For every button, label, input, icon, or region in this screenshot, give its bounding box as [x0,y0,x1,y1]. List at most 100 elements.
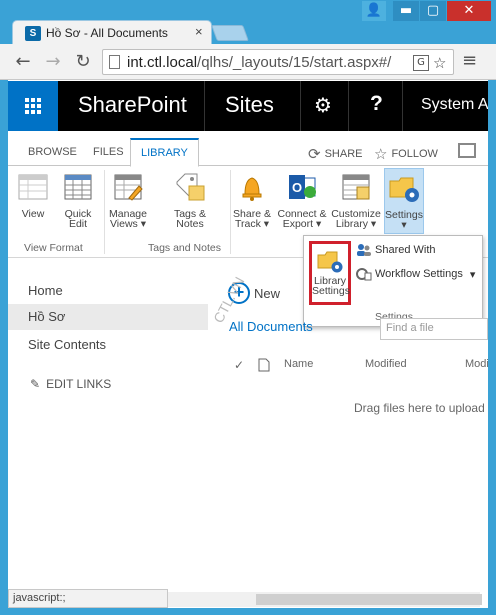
app-launcher-button[interactable] [8,81,58,131]
sharepoint-favicon-icon: S [25,26,41,41]
view-label: View [21,208,45,220]
share-icon: ⟳ [308,145,321,163]
workflow-settings-button[interactable]: Workflow Settings ▾ [356,267,475,281]
window-frame-bottom [0,608,496,615]
star-icon: ☆ [374,145,388,163]
bookmark-star-icon[interactable]: ☆ [433,54,446,72]
tags-notes-label-2: Notes [176,218,204,230]
browser-menu-icon[interactable]: ≡ [462,52,478,70]
people-icon [356,243,372,257]
tab-library[interactable]: LIBRARY [130,138,199,167]
close-window-button[interactable]: ✕ [447,1,491,21]
tab-close-icon[interactable]: × [195,24,203,39]
find-file-input[interactable]: Find a file [380,318,488,340]
suite-divider [204,81,205,131]
library-settings-button[interactable]: Library Settings [309,241,351,305]
outlook-icon: O [285,170,319,204]
share-track-label-2-text: Track [234,218,261,230]
settings-gear-icon[interactable]: ⚙ [314,93,332,117]
user-profile-icon[interactable]: 👤 [362,1,386,21]
share-button[interactable]: ⟳ SHARE [308,145,362,163]
suite-divider [300,81,301,131]
manage-views-button[interactable]: Manage Views ▾ [106,170,150,229]
column-header-modified[interactable]: Modified [365,358,407,370]
browser-title-bar: 👤 ▬ ▢ ✕ S Hồ Sơ - All Documents × [0,0,496,45]
ribbon-tab-strip: BROWSE FILES LIBRARY ⟳ SHARE ☆ FOLLOW [8,138,488,167]
shared-with-label: Shared With [375,244,436,256]
nav-item-home[interactable]: Home [8,278,208,304]
group-separator [104,170,105,254]
pencil-icon: ✎ [30,377,41,391]
follow-label: FOLLOW [391,148,438,160]
scrollbar-thumb[interactable] [256,594,482,605]
drag-files-message: Drag files here to upload [354,401,485,415]
sites-link[interactable]: Sites [225,92,274,118]
share-track-label-2: Track ▾ [234,218,270,230]
browser-status-bar: javascript:; [8,589,168,608]
library-settings-icon [317,251,343,273]
translate-icon[interactable]: G [413,55,429,71]
view-icon [16,170,50,204]
sharepoint-brand[interactable]: SharePoint [78,92,187,118]
column-header-name[interactable]: Name [284,358,313,370]
svg-text:O: O [292,180,302,195]
new-label: New [254,285,281,301]
reload-icon[interactable]: ↻ [72,51,94,73]
nav-item-ho-so[interactable]: Hồ Sơ [8,304,208,330]
address-bar[interactable]: int.ctl.local/qlhs/_layouts/15/start.asp… [102,49,454,75]
horizontal-scrollbar[interactable] [168,592,482,607]
minimize-button[interactable]: ▬ [393,1,419,21]
group-label-tags-notes: Tags and Notes [148,242,221,254]
workflow-settings-label: Workflow Settings [375,268,463,280]
view-selector-all-documents[interactable]: All Documents [229,319,313,334]
document-type-icon [258,358,270,375]
page-icon [109,55,120,69]
follow-button[interactable]: ☆ FOLLOW [374,145,438,163]
url-text[interactable]: int.ctl.local/qlhs/_layouts/15/start.asp… [127,54,391,71]
tab-files[interactable]: FILES [83,138,134,166]
help-icon[interactable]: ? [370,92,383,116]
tab-browse[interactable]: BROWSE [18,138,87,166]
maximize-button[interactable]: ▢ [420,1,446,21]
quick-edit-button[interactable]: Quick Edit [58,170,98,229]
connect-export-label-2: Export ▾ [282,218,322,230]
new-tab-button[interactable] [211,25,249,41]
share-track-button[interactable]: Share & Track ▾ [232,170,272,229]
workflow-chevron-icon: ▾ [469,268,476,281]
settings-dropdown-menu: Library Settings Shared With Workflow Se… [303,235,483,327]
shared-with-button[interactable]: Shared With [356,243,436,257]
back-arrow-icon[interactable]: ← [12,51,34,73]
group-label-view-format: View Format [24,242,83,254]
tab-title: Hồ Sơ - All Documents [46,26,168,40]
quick-edit-icon [61,170,95,204]
select-all-checkmark-icon[interactable]: ✓ [234,358,244,372]
quick-edit-label-2: Edit [68,218,88,230]
connect-export-label-2-text: Export [282,218,314,230]
workflow-icon [356,267,372,281]
browser-toolbar: ← → ↻ int.ctl.local/qlhs/_layouts/15/sta… [0,44,496,80]
tags-notes-button[interactable]: Tags & Notes [170,170,210,229]
window-frame-left [0,80,8,615]
customize-library-icon [339,170,373,204]
manage-views-icon [111,170,145,204]
user-menu[interactable]: System Account [421,96,488,114]
tags-notes-icon [173,170,207,204]
connect-export-button[interactable]: O Connect & Export ▾ [276,170,328,229]
suite-divider [348,81,349,131]
customize-library-label-2-text: Library [335,218,368,230]
sharepoint-suite-bar: SharePoint Sites ⚙ ? System Account [8,81,488,131]
edit-links-button[interactable]: ✎ EDIT LINKS [30,377,111,391]
edit-links-label: EDIT LINKS [46,377,112,391]
manage-views-label-2: Views ▾ [109,218,147,230]
browser-tab[interactable]: S Hồ Sơ - All Documents × [12,20,212,45]
manage-views-label-2-text: Views [109,218,138,230]
column-header-modified-by[interactable]: Modified By [465,358,488,370]
customize-library-button[interactable]: Customize Library ▾ [330,170,382,229]
forward-arrow-icon[interactable]: → [42,51,64,73]
focus-on-content-icon[interactable] [458,143,476,158]
settings-button[interactable]: Settings ▾ [384,168,424,234]
url-path: /qlhs/_layouts/15/start.aspx#/ [197,54,392,71]
view-button[interactable]: View [14,170,52,219]
window-controls: 👤 ▬ ▢ ✕ [362,1,491,21]
nav-item-site-contents[interactable]: Site Contents [8,332,208,358]
